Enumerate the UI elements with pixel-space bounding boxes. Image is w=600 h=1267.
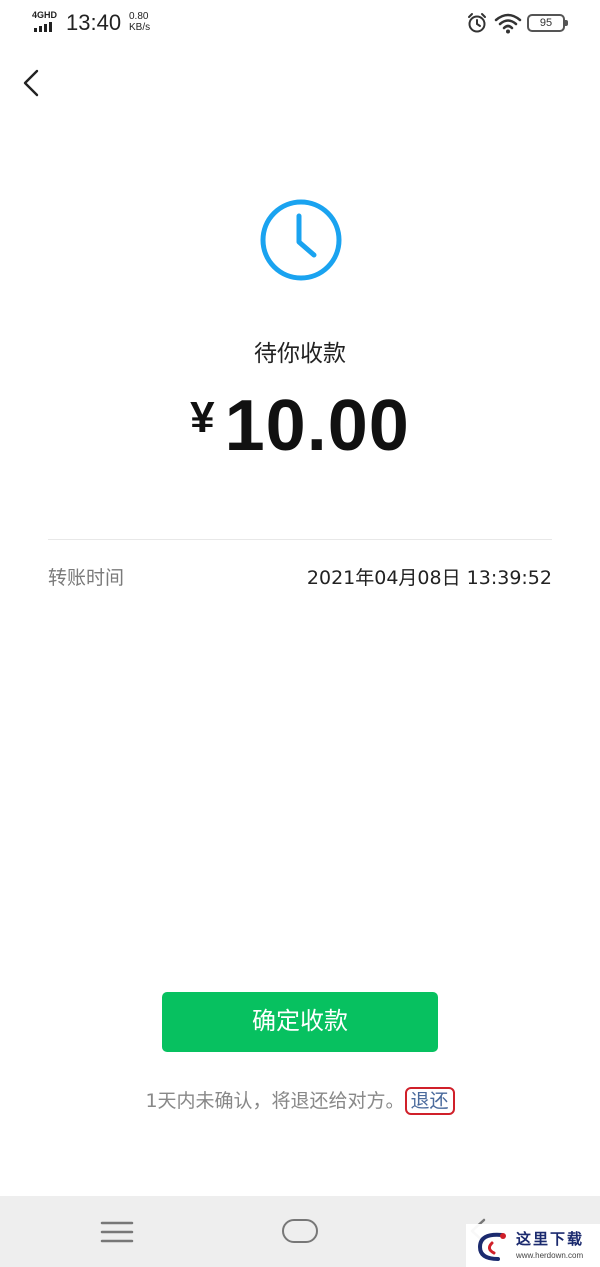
network-speed-value: 0.80 — [129, 11, 149, 22]
battery-icon: 95 — [527, 14, 568, 32]
transfer-status: 待你收款 — [254, 341, 346, 367]
watermark-url: www.herdown.com — [516, 1251, 584, 1260]
status-time: 13:40 — [66, 10, 122, 35]
refund-link[interactable]: 退还 — [404, 1087, 455, 1115]
status-bar: 4GHD 13:40 0.80 KB/s 95 — [0, 0, 600, 46]
watermark: 这里下载 www.herdown.com — [466, 1224, 600, 1267]
transfer-time-label: 转账时间 — [48, 567, 125, 589]
menu-icon[interactable] — [100, 1220, 134, 1248]
wifi-icon — [494, 12, 522, 38]
signal-icon: 4GHD — [32, 10, 60, 34]
refund-notice: 1天内未确认，将退还给对方。 退还 — [0, 1086, 600, 1115]
divider — [48, 539, 552, 540]
clock-icon — [259, 198, 343, 286]
currency-symbol: ¥ — [190, 393, 215, 442]
amount-value: 10.00 — [224, 386, 410, 466]
chevron-left-icon — [23, 69, 39, 97]
confirm-receipt-button[interactable]: 确定收款 — [162, 992, 438, 1052]
network-type: 4GHD — [32, 10, 58, 20]
home-icon[interactable] — [282, 1219, 318, 1243]
transfer-time-value: 2021年04月08日 13:39:52 — [306, 567, 552, 589]
network-speed-unit: KB/s — [129, 22, 151, 33]
transfer-amount: ¥10.00 — [0, 385, 600, 467]
refund-notice-text: 1天内未确认，将退还给对方。 — [145, 1090, 405, 1112]
watermark-logo-icon — [472, 1229, 512, 1267]
network-speed: 0.80 KB/s — [129, 11, 150, 33]
alarm-icon — [466, 12, 488, 38]
watermark-text: 这里下载 — [516, 1230, 585, 1248]
back-button[interactable] — [14, 62, 54, 102]
